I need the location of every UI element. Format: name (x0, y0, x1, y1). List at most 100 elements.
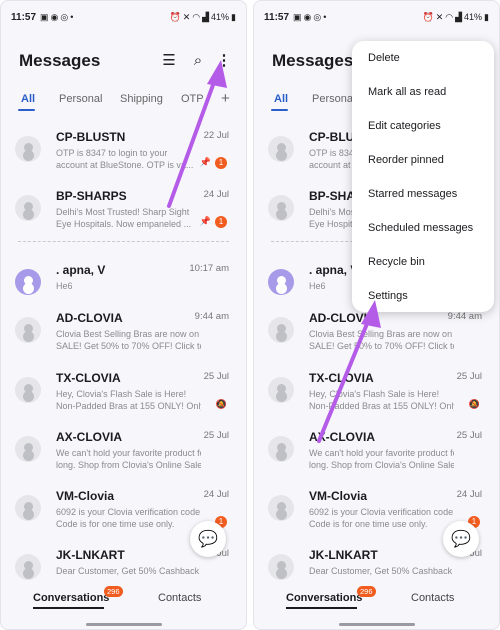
notification-icon: ◉ (50, 11, 59, 22)
menu-item-reorder-pinned[interactable]: Reorder pinned (368, 154, 444, 166)
avatar (15, 317, 41, 343)
conversation-date: 25 Jul (456, 371, 482, 382)
mute-bell-icon: 🔕 (215, 399, 227, 409)
avatar (15, 269, 41, 295)
avatar (268, 377, 294, 403)
new-message-button[interactable]: 💬 (443, 521, 479, 557)
add-category-button[interactable]: + (221, 90, 230, 107)
avatar (268, 436, 294, 462)
conversation-sender: JK-LNKART (56, 548, 125, 562)
gallery-icon: ▣ (40, 11, 49, 22)
status-bar: 11:57 ▣ ◉ ◎ • ⏰ ✕ ◠ ▟ 41% ▮ (264, 9, 489, 25)
filter-sort-icon[interactable]: ☰ (159, 51, 179, 71)
conversation-sender: AD-CLOVIA (56, 311, 123, 325)
menu-item-starred-messages[interactable]: Starred messages (368, 188, 457, 200)
conversation-row[interactable]: AD-CLOVIA 9:44 am Clovia Best Selling Br… (1, 307, 246, 365)
conversation-sender: JK-LNKART (309, 548, 378, 562)
tab-shipping[interactable]: Shipping (120, 93, 163, 105)
conversation-sender: . apna, V (56, 263, 106, 277)
phone-screen-left: 11:57 ▣ ◉ ◎ • ⏰ ✕ ◠ ▟ 41% ▮ Messages ☰ ⌕… (0, 0, 247, 630)
conversation-sender: TX-CLOVIA (309, 371, 374, 385)
tab-personal[interactable]: Personal (312, 93, 355, 105)
conversation-date: 9:44 am (194, 311, 229, 322)
nav-contacts[interactable]: Contacts (158, 592, 201, 604)
signal-icon: ▟ (455, 11, 463, 22)
avatar (15, 195, 41, 221)
avatar (268, 554, 294, 580)
pin-icon: 📌 (199, 216, 211, 226)
page-title: Messages (19, 51, 101, 70)
avatar (268, 269, 294, 295)
conversation-preview: 6092 is your Clovia verification code. Co… (56, 507, 201, 529)
conversation-date: 9:44 am (447, 311, 482, 322)
avatar (15, 554, 41, 580)
menu-item-recycle-bin[interactable]: Recycle bin (368, 256, 425, 268)
nav-contacts[interactable]: Contacts (411, 592, 454, 604)
conversation-date: 25 Jul (203, 430, 229, 441)
conversation-preview: Hey, Clovia's Flash Sale is Here! Non-Pad… (309, 389, 454, 411)
battery-text: 41% (464, 12, 483, 22)
pin-icon: 📌 (199, 157, 211, 167)
sync-icon: ◎ (60, 11, 69, 22)
conversation-row[interactable]: AD-CLOVIA 9:44 am Clovia Best Selling Br… (254, 307, 499, 365)
conversation-sender: VM-Clovia (56, 489, 115, 503)
menu-item-delete[interactable]: Delete (368, 52, 400, 64)
conversation-row[interactable]: AX-CLOVIA 25 Jul We can't hold your favo… (254, 426, 499, 484)
new-message-button[interactable]: 💬 (190, 521, 226, 557)
conversation-preview: Hey, Clovia's Flash Sale is Here! Non-Pad… (56, 389, 201, 411)
notification-icon: ◉ (303, 11, 312, 22)
battery-icon: ▮ (231, 11, 236, 22)
wifi-icon: ◠ (192, 11, 201, 22)
avatar (15, 495, 41, 521)
overflow-menu: Delete Mark all as read Edit categories … (352, 41, 494, 312)
tab-personal[interactable]: Personal (59, 93, 102, 105)
conversation-date: 24 Jul (203, 189, 229, 200)
menu-item-mark-all-read[interactable]: Mark all as read (368, 86, 446, 98)
conversation-row[interactable]: TX-CLOVIA 25 Jul Hey, Clovia's Flash Sal… (1, 367, 246, 425)
nav-conversations[interactable]: Conversations (286, 592, 362, 604)
conversation-row[interactable]: TX-CLOVIA 25 Jul Hey, Clovia's Flash Sal… (254, 367, 499, 425)
tab-otp[interactable]: OTP (181, 93, 204, 105)
nav-active-indicator (286, 607, 357, 609)
menu-item-scheduled-messages[interactable]: Scheduled messages (368, 222, 473, 234)
home-indicator[interactable] (339, 623, 415, 626)
conversation-sender: VM-Clovia (309, 489, 368, 503)
mute-icon: ✕ (182, 11, 191, 22)
conversation-row[interactable]: AX-CLOVIA 25 Jul We can't hold your favo… (1, 426, 246, 484)
conversation-row[interactable]: BP-SHARPS 24 Jul Delhi's Most Trusted! S… (1, 185, 246, 243)
more-vert-icon[interactable]: ⋮ (214, 51, 234, 71)
conversation-preview: Dear Customer, Get 50% Cashback + (309, 566, 454, 576)
search-icon[interactable]: ⌕ (188, 51, 208, 71)
tab-all[interactable]: All (21, 93, 35, 105)
menu-item-settings[interactable]: Settings (368, 290, 408, 302)
tab-all[interactable]: All (274, 93, 288, 105)
home-indicator[interactable] (86, 623, 162, 626)
dot-icon: • (70, 12, 74, 22)
gallery-icon: ▣ (293, 11, 302, 22)
avatar (15, 436, 41, 462)
conversation-preview: Dear Customer, Get 50% Cashback + (56, 566, 201, 576)
alarm-icon: ⏰ (169, 11, 181, 22)
menu-item-edit-categories[interactable]: Edit categories (368, 120, 441, 132)
signal-icon: ▟ (202, 11, 210, 22)
conversation-date: 10:17 am (189, 263, 229, 274)
nav-conversations[interactable]: Conversations (33, 592, 109, 604)
compose-icon: 💬 (451, 531, 471, 548)
status-bar: 11:57 ▣ ◉ ◎ • ⏰ ✕ ◠ ▟ 41% ▮ (11, 9, 236, 25)
sync-icon: ◎ (313, 11, 322, 22)
compose-icon: 💬 (198, 531, 218, 548)
screenshot-canvas: 11:57 ▣ ◉ ◎ • ⏰ ✕ ◠ ▟ 41% ▮ Messages ☰ ⌕… (0, 0, 500, 630)
status-time: 11:57 (264, 11, 290, 23)
conversation-preview: 6092 is your Clovia verification code. Co… (309, 507, 454, 529)
alarm-icon: ⏰ (422, 11, 434, 22)
conversation-row[interactable]: CP-BLUSTN 22 Jul OTP is 8347 to login to… (1, 126, 246, 184)
phone-screen-right: 11:57 ▣ ◉ ◎ • ⏰ ✕ ◠ ▟ 41% ▮ Messages All… (253, 0, 500, 630)
avatar (268, 195, 294, 221)
conversation-sender: AD-CLOVIA (309, 311, 376, 325)
conversation-preview: He6 (56, 281, 73, 291)
nav-active-indicator (33, 607, 104, 609)
bottom-navigation: Conversations 296 Contacts (1, 584, 246, 614)
conversation-date: 25 Jul (456, 430, 482, 441)
conversation-sender: BP-SHARPS (56, 189, 127, 203)
avatar (15, 136, 41, 162)
